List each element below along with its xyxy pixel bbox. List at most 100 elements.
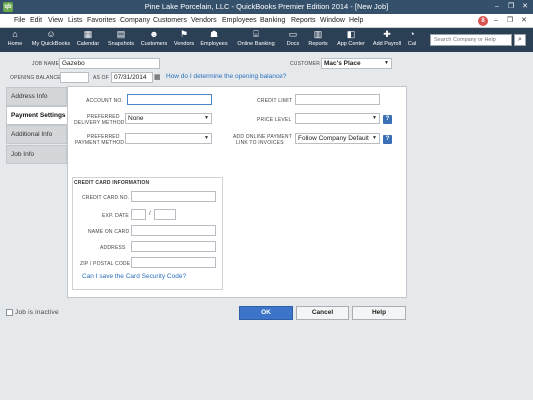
tab-job-info[interactable]: Job Info (6, 145, 67, 164)
menu-file[interactable]: File (14, 14, 25, 28)
online-payment-value: Follow Company Default (298, 135, 369, 142)
toolbar-online-banking[interactable]: ⌸ Online Banking (234, 29, 278, 51)
docs-icon: ▭ (288, 29, 298, 39)
menu-banking[interactable]: Banking (260, 14, 285, 28)
child-minimize-icon[interactable]: – (491, 16, 501, 26)
minimize-icon[interactable]: – (491, 2, 503, 12)
menu-reports[interactable]: Reports (291, 14, 316, 28)
job-inactive-label: Job is inactive (15, 309, 59, 316)
delivery-method-label-line2: DELIVERY METHOD (74, 120, 125, 126)
delivery-method-dropdown[interactable]: None ▼ (125, 113, 212, 124)
toolbar-reports[interactable]: ▥ Reports (305, 29, 331, 51)
address-label: ADDRESS (100, 245, 126, 251)
menu-bar: File Edit View Lists Favorites Company C… (0, 14, 533, 28)
help-button[interactable]: Help (352, 306, 406, 320)
toolbar-vendors[interactable]: ⚑ Vendors (171, 29, 197, 51)
close-icon[interactable]: ✕ (519, 2, 531, 12)
toolbar-home[interactable]: ⌂ Home (4, 29, 26, 51)
delivery-method-value: None (128, 115, 144, 122)
menu-help[interactable]: Help (349, 14, 363, 28)
tab-additional-info[interactable]: Additional Info (6, 125, 67, 144)
search-input[interactable] (430, 34, 512, 46)
menu-employees[interactable]: Employees (222, 14, 257, 28)
toolbar-label: Online Banking (237, 41, 275, 47)
menu-window[interactable]: Window (320, 14, 345, 28)
menu-lists[interactable]: Lists (68, 14, 82, 28)
menu-company[interactable]: Company (120, 14, 150, 28)
payment-method-dropdown[interactable]: ▼ (125, 133, 212, 144)
menu-view[interactable]: View (48, 14, 63, 28)
snapshots-icon: ▤ (116, 29, 126, 39)
toolbar-label: Customers (140, 41, 168, 47)
chevron-down-icon: ▼ (204, 135, 209, 141)
job-inactive-checkbox[interactable] (6, 309, 13, 316)
online-payment-help-icon[interactable]: ? (383, 135, 392, 144)
toolbar-employees[interactable]: ☗ Employees (199, 29, 229, 51)
toolbar-add-payroll[interactable]: ✚ Add Payroll (370, 29, 404, 51)
home-icon: ⌂ (12, 29, 18, 39)
opening-balance-field[interactable] (60, 72, 89, 83)
price-level-help-icon[interactable]: ? (383, 115, 392, 124)
card-security-code-link[interactable]: Can I save the Card Security Code? (82, 273, 186, 280)
credit-limit-field[interactable] (295, 94, 380, 105)
cal-icon: ◔ (409, 29, 415, 39)
toolbar-label: Reports (308, 41, 328, 47)
toolbar-docs[interactable]: ▭ Docs (283, 29, 303, 51)
as-of-date-field[interactable]: 07/31/2014 (111, 72, 153, 83)
employees-icon: ☗ (209, 29, 219, 39)
vendors-icon: ⚑ (179, 29, 189, 39)
toolbar-calendar[interactable]: ▦ Calendar (75, 29, 101, 51)
toolbar-label: Home (7, 41, 23, 47)
credit-limit-label: CREDIT LIMIT (257, 98, 293, 104)
calendar-icon: ▦ (83, 29, 93, 39)
as-of-label: AS OF (93, 75, 110, 81)
price-level-label: PRICE LEVEL (257, 117, 292, 123)
menu-vendors[interactable]: Vendors (191, 14, 217, 28)
menu-customers[interactable]: Customers (153, 14, 187, 28)
toolbar-customers[interactable]: ☻ Customers (139, 29, 169, 51)
toolbar-my-quickbooks[interactable]: ☺ My QuickBooks (29, 29, 73, 51)
opening-balance-help-link[interactable]: How do I determine the opening balance? (166, 73, 286, 80)
toolbar-cal[interactable]: ◔ Cal (406, 29, 418, 51)
toolbar-label: Vendors (173, 41, 195, 47)
my-quickbooks-icon: ☺ (46, 29, 56, 39)
toolbar-label: Docs (286, 41, 300, 47)
chevron-down-icon: ▼ (372, 135, 377, 141)
child-restore-icon[interactable]: ❐ (505, 16, 515, 26)
exp-month-field[interactable] (131, 209, 146, 220)
payment-method-label-line2: PAYMENT METHOD (75, 140, 125, 146)
reports-icon: ▥ (313, 29, 323, 39)
menu-favorites[interactable]: Favorites (87, 14, 116, 28)
card-address-field[interactable] (131, 241, 216, 252)
tab-payment-settings[interactable]: Payment Settings (6, 106, 68, 125)
exp-date-label: EXP. DATE (102, 213, 129, 219)
app-center-icon: ◧ (346, 29, 356, 39)
account-no-field[interactable] (127, 94, 212, 105)
opening-balance-label: OPENING BALANCE (10, 75, 61, 81)
zip-field[interactable] (131, 257, 216, 268)
name-on-card-field[interactable] (131, 225, 216, 236)
tab-address-info[interactable]: Address Info (6, 87, 67, 106)
cancel-button[interactable]: Cancel (296, 306, 349, 320)
restore-icon[interactable]: ❐ (505, 2, 517, 12)
ok-button[interactable]: OK (239, 306, 293, 320)
exp-year-field[interactable] (154, 209, 176, 220)
job-name-field[interactable]: Gazebo (59, 58, 160, 69)
icon-toolbar: ⌂ Home ☺ My QuickBooks ▦ Calendar ▤ Snap… (0, 28, 533, 52)
customer-dropdown[interactable]: Mac's Place ▼ (321, 58, 392, 69)
toolbar-snapshots[interactable]: ▤ Snapshots (106, 29, 136, 51)
search-icon[interactable]: ⌕ (514, 34, 526, 46)
chevron-down-icon: ▼ (372, 115, 377, 121)
toolbar-label: Add Payroll (372, 41, 402, 47)
price-level-dropdown[interactable]: ▼ (295, 113, 380, 124)
credit-card-section-title: CREDIT CARD INFORMATION (74, 180, 150, 186)
account-no-label: ACCOUNT NO. (86, 98, 124, 104)
alerts-badge[interactable]: 8 (478, 16, 488, 26)
calendar-icon[interactable]: ▦ (154, 73, 161, 81)
toolbar-app-center[interactable]: ◧ App Center (334, 29, 368, 51)
child-close-icon[interactable]: ✕ (519, 16, 529, 26)
online-payment-dropdown[interactable]: Follow Company Default ▼ (295, 133, 380, 144)
card-number-field[interactable] (131, 191, 216, 202)
toolbar-label: Cal (407, 41, 417, 47)
menu-edit[interactable]: Edit (30, 14, 42, 28)
